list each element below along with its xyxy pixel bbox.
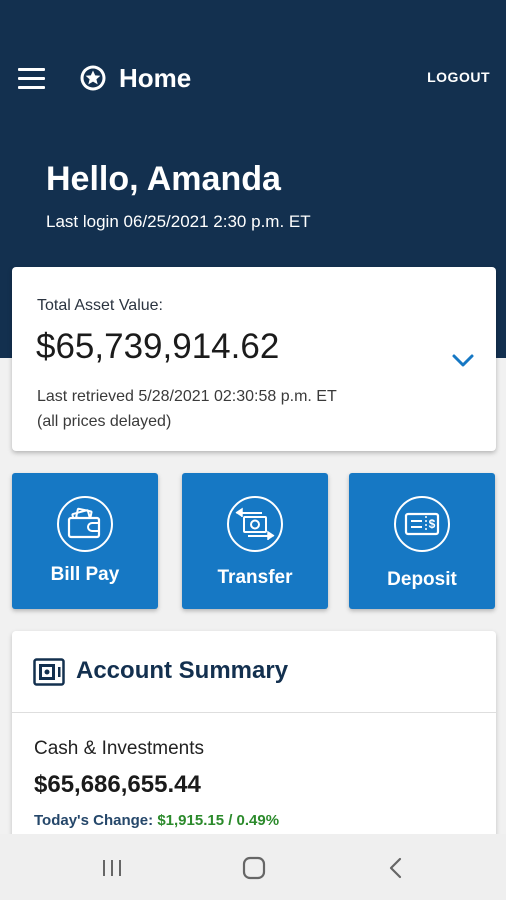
check-deposit-icon: $ <box>394 496 450 552</box>
transfer-icon <box>227 496 283 552</box>
cash-investments-value: $65,686,655.44 <box>34 771 201 798</box>
home-icon[interactable] <box>238 854 270 882</box>
last-login-text: Last login 06/25/2021 2:30 p.m. ET <box>46 212 311 231</box>
prices-delayed-note: (all prices delayed) <box>37 413 172 430</box>
recent-apps-icon[interactable] <box>96 854 128 882</box>
logo-icon <box>80 65 106 91</box>
todays-change-label: Today's Change: <box>34 812 154 829</box>
total-asset-label: Total Asset Value: <box>37 297 163 314</box>
bill-pay-button[interactable]: Bill Pay <box>12 473 158 609</box>
hamburger-menu-icon[interactable] <box>18 68 46 90</box>
divider <box>12 712 496 713</box>
transfer-button[interactable]: Transfer <box>182 473 328 609</box>
asset-retrieved-info: Last retrieved 5/28/2021 02:30:58 p.m. E… <box>37 384 337 434</box>
todays-change-value: $1,915.15 / 0.49% <box>157 812 280 829</box>
todays-change-row: Today's Change: $1,915.15 / 0.49% <box>34 812 279 829</box>
transfer-label: Transfer <box>217 567 293 588</box>
chevron-down-icon[interactable] <box>450 350 476 370</box>
back-icon[interactable] <box>380 854 412 882</box>
total-asset-value: $65,739,914.62 <box>36 327 280 366</box>
app-bar: Home LOGOUT <box>0 56 506 102</box>
logout-button[interactable]: LOGOUT <box>427 69 490 85</box>
account-summary-title: Account Summary <box>76 657 289 684</box>
account-summary-card[interactable]: Account Summary Cash & Investments $65,6… <box>12 631 496 841</box>
last-retrieved-text: Last retrieved 5/28/2021 02:30:58 p.m. E… <box>37 388 337 405</box>
total-asset-card[interactable]: Total Asset Value: $65,739,914.62 Last r… <box>12 267 496 451</box>
wallet-icon <box>57 496 113 552</box>
system-navigation-bar <box>0 834 506 900</box>
deposit-button[interactable]: $ Deposit <box>349 473 495 609</box>
safe-icon <box>33 658 65 686</box>
bill-pay-label: Bill Pay <box>50 564 120 585</box>
svg-text:$: $ <box>429 517 436 531</box>
cash-investments-label: Cash & Investments <box>34 738 205 759</box>
page-title: Home <box>119 63 192 93</box>
greeting-heading: Hello, Amanda <box>46 160 281 198</box>
deposit-label: Deposit <box>387 569 457 590</box>
